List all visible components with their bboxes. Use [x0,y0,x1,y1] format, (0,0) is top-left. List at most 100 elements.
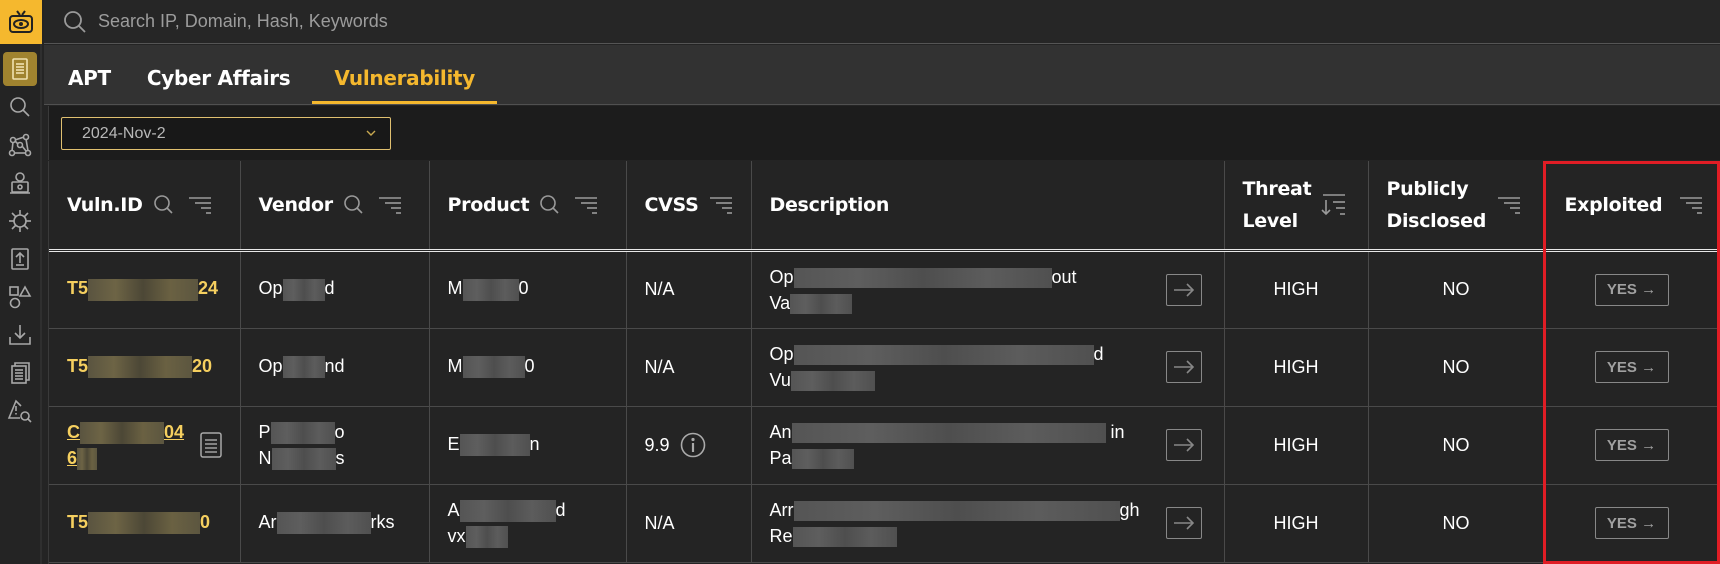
vuln-id-cell: T5 0 [49,484,241,563]
exploited-yes-button[interactable]: YES → [1594,429,1669,461]
filter-lines-icon[interactable] [1676,192,1706,218]
filter-lines-icon[interactable] [1494,192,1524,218]
vuln-id-link[interactable]: C 04 6 [67,419,184,471]
open-description-button[interactable] [1165,429,1202,461]
description-cell: An in Pa [751,406,1225,485]
info-icon[interactable] [680,432,706,458]
arrow-right-icon [1173,360,1194,374]
hacker-icon [10,172,30,194]
table-header-row: Vuln.ID Vendor Product CVSS Description … [49,161,1720,252]
top-search-bar [44,0,1720,44]
column-label: CVSS [644,193,699,216]
global-search-input[interactable] [98,11,698,32]
arrow-right-icon [1173,516,1194,530]
publicly-disclosed-cell: NO [1368,406,1545,485]
search-icon[interactable] [341,192,367,218]
publicly-disclosed-cell: NO [1368,250,1545,329]
filter-lines-icon[interactable] [706,192,736,218]
open-description-button[interactable] [1165,351,1202,383]
vendor-cell: Op d [240,250,430,329]
search-icon[interactable] [151,192,177,218]
search-icon [10,97,30,117]
description-text: An in Pa [769,422,1125,470]
vuln-id-link[interactable]: T5 0 [67,512,210,535]
open-description-button[interactable] [1165,273,1202,306]
tab-vulnerability[interactable]: Vulnerability [312,66,498,104]
sidebar-item-reports[interactable] [3,52,37,86]
shapes-icon [9,285,32,309]
upload-icon [11,248,29,270]
description-text: Op out Va [769,266,1077,314]
date-dropdown[interactable]: 2024-Nov-2 [61,117,391,150]
table-row: T5 20 Op nd M0 N/A Op d Vu HIGH NO YES → [49,328,1720,407]
category-tabs: APT Cyber Affairs Vulnerability [44,45,1720,105]
chevron-down-icon [366,130,376,136]
filter-lines-icon[interactable] [375,192,405,218]
column-label: Product [447,193,530,216]
cvss-cell: N/A [626,328,752,407]
threat-level-cell: HIGH [1224,328,1369,407]
column-header-threat-level: Threat Level [1224,161,1369,252]
sidebar-item-malware[interactable] [3,204,37,238]
filter-lines-icon[interactable] [185,192,215,218]
exploited-cell: YES → [1544,406,1720,485]
column-label: Publicly Disclosed [1386,177,1487,232]
vuln-id-cell: C 04 6 [49,406,241,485]
note-document-icon[interactable] [200,432,222,458]
stacked-documents-icon [11,362,30,384]
product-cell: En [429,406,627,485]
column-header-product: Product [429,161,627,252]
publicly-disclosed-cell: NO [1368,484,1545,563]
threat-level-cell: HIGH [1224,250,1369,329]
app-logo[interactable] [0,0,42,44]
network-graph-icon [8,133,32,157]
table-row: C 04 6 PoNs En 9.9 An in Pa HIGH NO YES → [49,406,1720,485]
sidebar-item-graph[interactable] [3,128,37,162]
exploited-cell: YES → [1544,250,1720,329]
search-icon [64,10,86,33]
vuln-id-cell: T5 20 [49,328,241,407]
publicly-disclosed-cell: NO [1368,328,1545,407]
column-label: Exploited [1564,193,1663,216]
sidebar-item-search[interactable] [3,90,37,124]
exploited-yes-button[interactable]: YES → [1594,351,1669,383]
column-header-exploited: Exploited [1544,161,1720,252]
warning-search-icon [7,399,32,423]
threat-level-cell: HIGH [1224,484,1369,563]
table-row: T5 24 Op d M0 N/A Op out Va HIGH NO YES → [49,250,1720,329]
description-cell: Arr gh Re [751,484,1225,563]
sidebar-item-shapes[interactable] [3,280,37,314]
vuln-id-link[interactable]: T5 24 [67,278,218,301]
sort-descending-icon[interactable] [1319,190,1349,220]
cvss-cell: N/A [626,484,752,563]
table-row: T5 0 Ar rks Ad vx N/A Arr gh Re HIGH NO YES → [49,484,1720,563]
vendor-cell: Ar rks [240,484,430,563]
product-cell: Ad vx [429,484,627,563]
description-cell: Op d Vu [751,328,1225,407]
cvss-score: 9.9 [644,434,670,455]
sidebar-item-alert-search[interactable] [3,394,37,428]
sidebar [0,0,42,564]
product-cell: M0 [429,328,627,407]
column-header-publicly-disclosed: Publicly Disclosed [1368,161,1545,252]
arrow-right-icon [1173,282,1194,297]
filter-lines-icon[interactable] [571,192,601,218]
tab-cyber-affairs[interactable]: Cyber Affairs [133,66,305,104]
sidebar-item-documents[interactable] [3,356,37,390]
exploited-yes-button[interactable]: YES → [1594,507,1669,539]
search-icon[interactable] [537,192,563,218]
exploited-yes-button[interactable]: YES → [1594,273,1669,306]
open-description-button[interactable] [1165,507,1202,539]
sidebar-item-threat-actor[interactable] [3,166,37,200]
date-dropdown-value: 2024-Nov-2 [82,124,166,142]
column-header-cvss: CVSS [626,161,752,252]
column-label: Description [769,193,890,216]
description-text: Arr gh Re [769,500,1140,548]
sidebar-item-download[interactable] [3,318,37,352]
column-label: Vendor [258,193,334,216]
sidebar-item-upload[interactable] [3,242,37,276]
tab-apt[interactable]: APT [54,66,125,104]
column-label: Vuln.ID [67,193,143,216]
vuln-id-link[interactable]: T5 20 [67,356,212,379]
exploited-cell: YES → [1544,328,1720,407]
